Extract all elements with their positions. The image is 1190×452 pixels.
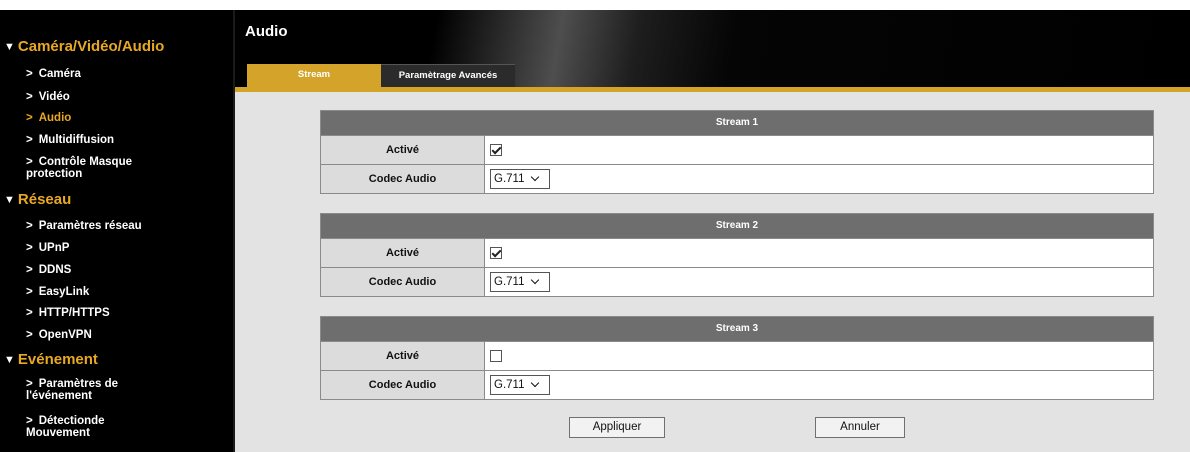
tab-stream[interactable]: Stream	[247, 64, 381, 88]
chevron-right-icon: >	[26, 264, 33, 276]
stream-2-enabled-checkbox[interactable]	[490, 247, 502, 259]
codec-value: G.711	[494, 173, 525, 185]
codec-value: G.711	[494, 379, 525, 391]
stream-1-table: Stream 1 Activé Codec Audio G.711	[320, 110, 1154, 194]
sidebar-item-audio[interactable]: > Audio	[26, 112, 226, 124]
codec-label: Codec Audio	[321, 268, 485, 296]
codec-label: Codec Audio	[321, 165, 485, 193]
chevron-right-icon: >	[26, 156, 33, 168]
sidebar: ▼ Caméra/Vidéo/Audio > Caméra > Vidéo > Audi…	[0, 10, 233, 452]
app-window: ▼ Caméra/Vidéo/Audio > Caméra > Vidéo > Audi…	[0, 0, 1190, 452]
chevron-right-icon: >	[26, 286, 33, 298]
stream-3-codec-select[interactable]: G.711	[490, 375, 550, 395]
sidebar-item-parametres-reseau[interactable]: > Paramètres réseau	[26, 220, 226, 232]
table-row: Activé	[321, 238, 1153, 267]
sidebar-section-reseau[interactable]: ▼ Réseau	[4, 191, 71, 208]
sidebar-section-evenement[interactable]: ▼ Evénement	[4, 351, 98, 368]
sidebar-item-video[interactable]: > Vidéo	[26, 91, 226, 103]
sidebar-item-upnp[interactable]: > UPnP	[26, 242, 226, 254]
table-row: Activé	[321, 341, 1153, 370]
sidebar-item-detection-mouvement[interactable]: > Détectionde Mouvement	[26, 415, 166, 439]
cancel-button[interactable]: Annuler	[815, 417, 905, 438]
sidebar-item-parametres-evenement[interactable]: > Paramètres de l'événement	[26, 378, 166, 402]
table-row: Activé	[321, 135, 1153, 164]
collapse-triangle-icon: ▼	[4, 194, 15, 206]
chevron-down-icon	[530, 277, 540, 287]
enabled-label: Activé	[321, 136, 485, 164]
chevron-right-icon: >	[26, 242, 33, 254]
table-row: Codec Audio G.711	[321, 370, 1153, 399]
sidebar-item-ddns[interactable]: > DDNS	[26, 264, 226, 276]
chevron-down-icon	[530, 174, 540, 184]
stream-2-codec-select[interactable]: G.711	[490, 272, 550, 292]
chevron-right-icon: >	[26, 329, 33, 341]
stream-3-enabled-checkbox[interactable]	[490, 350, 502, 362]
page-title: Audio	[245, 23, 288, 40]
table-row: Codec Audio G.711	[321, 164, 1153, 193]
sidebar-item-openvpn[interactable]: > OpenVPN	[26, 329, 226, 341]
tab-advanced-settings[interactable]: Paramètrage Avancés	[381, 64, 515, 88]
sidebar-item-multidiffusion[interactable]: > Multidiffusion	[26, 134, 226, 146]
sidebar-item-controle-masque[interactable]: > Contrôle Masque protection	[26, 156, 176, 180]
stream-3-title: Stream 3	[321, 317, 1153, 341]
sidebar-section-camera-video-audio[interactable]: ▼ Caméra/Vidéo/Audio	[4, 38, 164, 55]
stream-1-title: Stream 1	[321, 111, 1153, 135]
chevron-right-icon: >	[26, 91, 33, 103]
stream-3-table: Stream 3 Activé Codec Audio G.711	[320, 316, 1154, 400]
codec-label: Codec Audio	[321, 371, 485, 399]
chevron-right-icon: >	[26, 220, 33, 232]
sidebar-item-easylink[interactable]: > EasyLink	[26, 286, 226, 298]
enabled-label: Activé	[321, 342, 485, 370]
stream-2-table: Stream 2 Activé Codec Audio G.711	[320, 213, 1154, 297]
collapse-triangle-icon: ▼	[4, 41, 15, 53]
codec-value: G.711	[494, 276, 525, 288]
chevron-down-icon	[530, 380, 540, 390]
main-content: Stream 1 Activé Codec Audio G.711 Stream…	[235, 92, 1190, 452]
stream-1-codec-select[interactable]: G.711	[490, 169, 550, 189]
chevron-right-icon: >	[26, 378, 33, 390]
chevron-right-icon: >	[26, 307, 33, 319]
chevron-right-icon: >	[26, 134, 33, 146]
stream-2-title: Stream 2	[321, 214, 1153, 238]
sidebar-item-camera[interactable]: > Caméra	[26, 68, 226, 80]
table-row: Codec Audio G.711	[321, 267, 1153, 296]
stream-1-enabled-checkbox[interactable]	[490, 144, 502, 156]
chevron-right-icon: >	[26, 68, 33, 80]
sidebar-item-http-https[interactable]: > HTTP/HTTPS	[26, 307, 226, 319]
chevron-right-icon: >	[26, 415, 33, 427]
chevron-right-icon: >	[26, 112, 33, 124]
apply-button[interactable]: Appliquer	[569, 417, 665, 438]
collapse-triangle-icon: ▼	[4, 354, 15, 366]
enabled-label: Activé	[321, 239, 485, 267]
